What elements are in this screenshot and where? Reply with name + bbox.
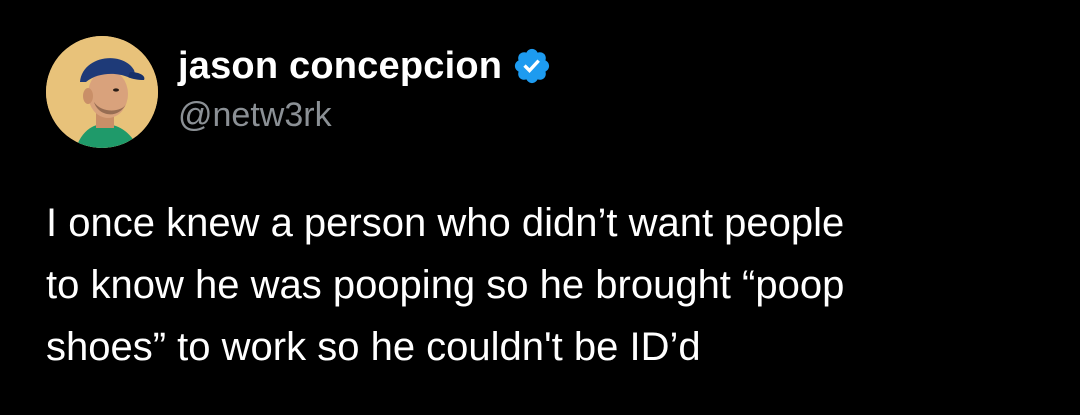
avatar[interactable] [46,36,158,148]
avatar-photo-icon [46,36,158,148]
tweet-text-line: shoes” to work so he couldn't be ID’d [46,325,701,369]
tweet-text: I once knew a person who didn’t want peo… [46,192,1056,378]
user-handle[interactable]: @netw3rk [178,96,332,135]
tweet-text-line: I once knew a person who didn’t want peo… [46,201,845,245]
tweet-text-line: to know he was pooping so he brought “po… [46,263,845,307]
display-name[interactable]: jason concepcion [178,45,502,88]
author-name-row: jason concepcion [178,40,552,92]
verified-badge-icon [512,46,552,86]
tweet-card: jason concepcion @netw3rk I once knew a … [0,0,1080,415]
